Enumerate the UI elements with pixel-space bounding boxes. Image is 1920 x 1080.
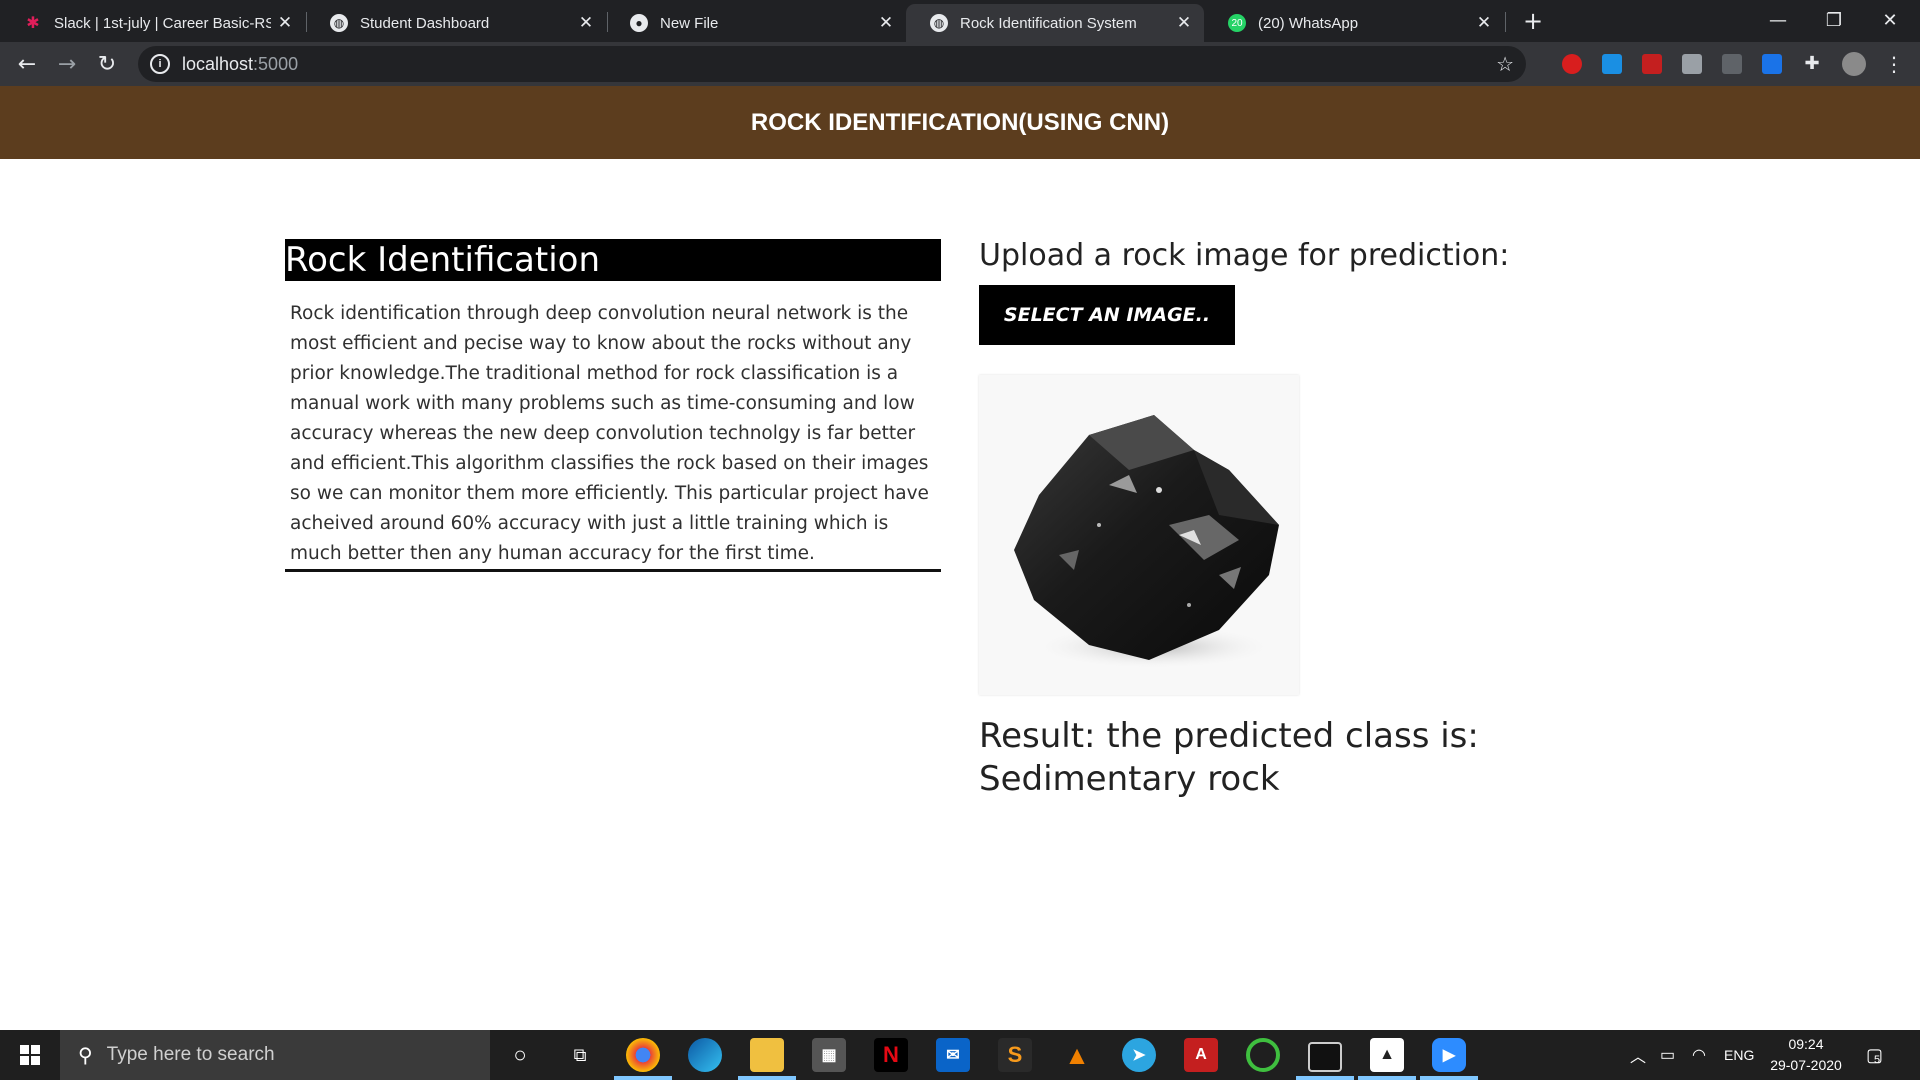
clock-time: 09:24 xyxy=(1788,1036,1824,1052)
bookmark-star-icon[interactable]: ☆ xyxy=(1496,52,1514,76)
windows-start-icon[interactable] xyxy=(0,1030,60,1080)
close-window-icon[interactable]: ✕ xyxy=(1862,0,1918,40)
clock-date: 29-07-2020 xyxy=(1770,1057,1842,1073)
restore-icon[interactable]: ❐ xyxy=(1806,0,1862,40)
mail-icon[interactable]: ✉ xyxy=(936,1038,970,1072)
extension-stop-icon[interactable] xyxy=(1562,54,1582,74)
telegram-icon[interactable]: ➤ xyxy=(1122,1038,1156,1072)
search-placeholder: Type here to search xyxy=(106,1044,275,1065)
chrome-active-indicator xyxy=(614,1076,672,1080)
explorer-active-indicator xyxy=(738,1076,796,1080)
extension-tff-icon[interactable] xyxy=(1602,54,1622,74)
windows-taskbar: ⚲ Type here to search ○ ⧉ ▦ N ✉ S ▲ ➤ A … xyxy=(0,1030,1920,1080)
extensions-puzzle-icon[interactable]: ✚ xyxy=(1802,54,1822,74)
url-port: :5000 xyxy=(253,53,299,74)
url-host: localhost xyxy=(182,53,254,74)
tray-chevron-icon[interactable]: ︿ xyxy=(1630,1030,1646,1080)
terminal-icon[interactable] xyxy=(1308,1042,1342,1072)
tab-title: Rock Identification System xyxy=(960,14,1137,32)
prediction-result: Result: the predicted class is: Sediment… xyxy=(979,715,1479,801)
url-text: localhost:5000 xyxy=(182,54,298,75)
github-icon: ● xyxy=(630,14,648,32)
tab-title: New File xyxy=(660,14,719,32)
site-info-icon[interactable]: i xyxy=(150,54,170,74)
upload-title: Upload a rock image for prediction: xyxy=(979,238,1510,273)
back-icon[interactable]: ← xyxy=(11,48,43,80)
sublime-text-icon[interactable]: S xyxy=(998,1038,1032,1072)
menu-icon[interactable]: ⋮ xyxy=(1884,54,1904,74)
select-image-button[interactable]: SELECT AN IMAGE.. xyxy=(979,285,1235,345)
section-title: Rock Identification xyxy=(285,239,941,281)
profile-avatar[interactable] xyxy=(1842,52,1866,76)
result-label: Result: the predicted class is: xyxy=(979,716,1479,756)
edge-icon[interactable] xyxy=(688,1038,722,1072)
language-indicator[interactable]: ENG xyxy=(1724,1030,1754,1080)
notification-count: 5 xyxy=(1874,1054,1881,1066)
tab-whatsapp[interactable]: 20 (20) WhatsApp ✕ xyxy=(1204,4,1504,42)
extension-camera-icon[interactable] xyxy=(1682,54,1702,74)
close-icon[interactable]: ✕ xyxy=(1170,13,1198,33)
globe-icon: ◍ xyxy=(930,14,948,32)
browser-tab-strip: ✱ Slack | 1st-july | Career Basic-RSII ✕… xyxy=(0,0,1920,42)
vlc-icon[interactable]: ▲ xyxy=(1060,1038,1094,1072)
tab-divider xyxy=(1505,12,1506,32)
result-class: Sedimentary rock xyxy=(979,759,1280,799)
globe-icon: ◍ xyxy=(330,14,348,32)
terminal-active-indicator xyxy=(1296,1076,1354,1080)
netflix-icon[interactable]: N xyxy=(874,1038,908,1072)
close-icon[interactable]: ✕ xyxy=(1470,13,1498,33)
task-view-icon[interactable]: ⧉ xyxy=(563,1038,597,1072)
store-icon[interactable]: ▦ xyxy=(812,1038,846,1072)
tab-title: (20) WhatsApp xyxy=(1258,14,1359,32)
browser-toolbar: ← → ↻ i localhost:5000 ☆ ✚ ⋮ xyxy=(0,42,1920,86)
battery-icon[interactable]: ▭ xyxy=(1660,1030,1675,1080)
cortana-icon[interactable]: ○ xyxy=(503,1038,537,1072)
sync-app-icon[interactable] xyxy=(1246,1038,1280,1072)
divider xyxy=(285,569,941,572)
notification-icon[interactable]: ▢ 5 xyxy=(1866,1030,1883,1080)
description-text: Rock identification through deep convolu… xyxy=(290,303,929,564)
info-panel: Rock Identification Rock identification … xyxy=(285,239,941,569)
file-explorer-icon[interactable] xyxy=(750,1038,784,1072)
minimize-icon[interactable]: — xyxy=(1750,0,1806,40)
chrome-icon[interactable] xyxy=(626,1038,660,1072)
extension-pdf-icon[interactable] xyxy=(1642,54,1662,74)
tab-new-file[interactable]: ● New File ✕ xyxy=(606,4,906,42)
uploaded-rock-image xyxy=(979,375,1299,695)
reload-icon[interactable]: ↻ xyxy=(91,48,123,80)
tab-slack[interactable]: ✱ Slack | 1st-july | Career Basic-RSII ✕ xyxy=(0,4,305,42)
tab-title: Slack | 1st-july | Career Basic-RSII xyxy=(54,14,271,32)
zoom-active-indicator xyxy=(1420,1076,1478,1080)
whatsapp-icon: 20 xyxy=(1228,14,1246,32)
address-bar[interactable]: i localhost:5000 ☆ xyxy=(138,46,1526,82)
tab-rock-identification[interactable]: ◍ Rock Identification System ✕ xyxy=(906,4,1204,42)
taskbar-clock[interactable]: 09:24 29-07-2020 xyxy=(1764,1034,1848,1076)
close-icon[interactable]: ✕ xyxy=(872,13,900,33)
taskbar-search-input[interactable]: ⚲ Type here to search xyxy=(60,1030,490,1080)
extension-doc-icon[interactable] xyxy=(1762,54,1782,74)
photos-active-indicator xyxy=(1358,1076,1416,1080)
tab-student-dashboard[interactable]: ◍ Student Dashboard ✕ xyxy=(306,4,606,42)
new-tab-button[interactable]: + xyxy=(1518,5,1548,37)
acrobat-icon[interactable]: A xyxy=(1184,1038,1218,1072)
rock-photo xyxy=(1014,415,1279,669)
search-icon: ⚲ xyxy=(78,1044,93,1067)
slack-icon: ✱ xyxy=(26,15,40,32)
zoom-icon[interactable]: ▶ xyxy=(1432,1038,1466,1072)
wifi-icon[interactable]: ◠ xyxy=(1692,1030,1706,1080)
tab-title: Student Dashboard xyxy=(360,14,490,32)
close-icon[interactable]: ✕ xyxy=(572,13,600,33)
photos-icon[interactable]: ▲ xyxy=(1370,1038,1404,1072)
extension-chart-icon[interactable] xyxy=(1722,54,1742,74)
close-icon[interactable]: ✕ xyxy=(271,13,299,33)
forward-icon[interactable]: → xyxy=(51,48,83,80)
page-header: ROCK IDENTIFICATION(USING CNN) xyxy=(0,86,1920,159)
